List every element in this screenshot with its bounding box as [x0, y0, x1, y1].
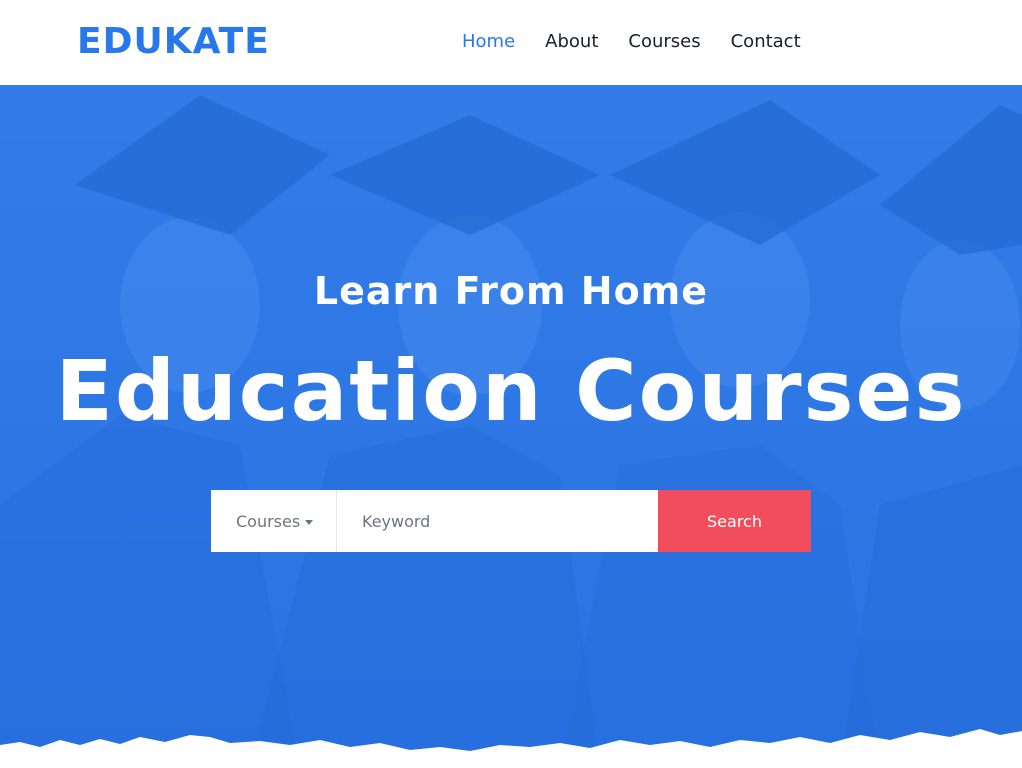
course-category-label: Courses: [236, 511, 301, 531]
hero-section: Learn From Home Education Courses Course…: [0, 85, 1022, 768]
nav-link-about[interactable]: About: [545, 30, 598, 54]
nav-link-home[interactable]: Home: [462, 30, 515, 54]
brand-logo[interactable]: EDUKATE: [77, 21, 270, 63]
torn-paper-edge: [0, 729, 1022, 768]
hero-subtitle: Learn From Home: [313, 269, 709, 313]
course-search-bar: Courses Search: [211, 490, 811, 552]
search-button[interactable]: Search: [658, 490, 811, 552]
nav-link-contact[interactable]: Contact: [731, 30, 801, 54]
chevron-down-icon: [305, 519, 314, 525]
nav-menu: Home About Courses Contact: [462, 30, 831, 54]
hero-title: Education Courses: [55, 342, 967, 440]
navbar: EDUKATE Home About Courses Contact: [0, 0, 1022, 85]
keyword-search-input[interactable]: [337, 490, 658, 552]
course-category-dropdown[interactable]: Courses: [211, 490, 337, 552]
nav-link-courses[interactable]: Courses: [628, 30, 700, 54]
